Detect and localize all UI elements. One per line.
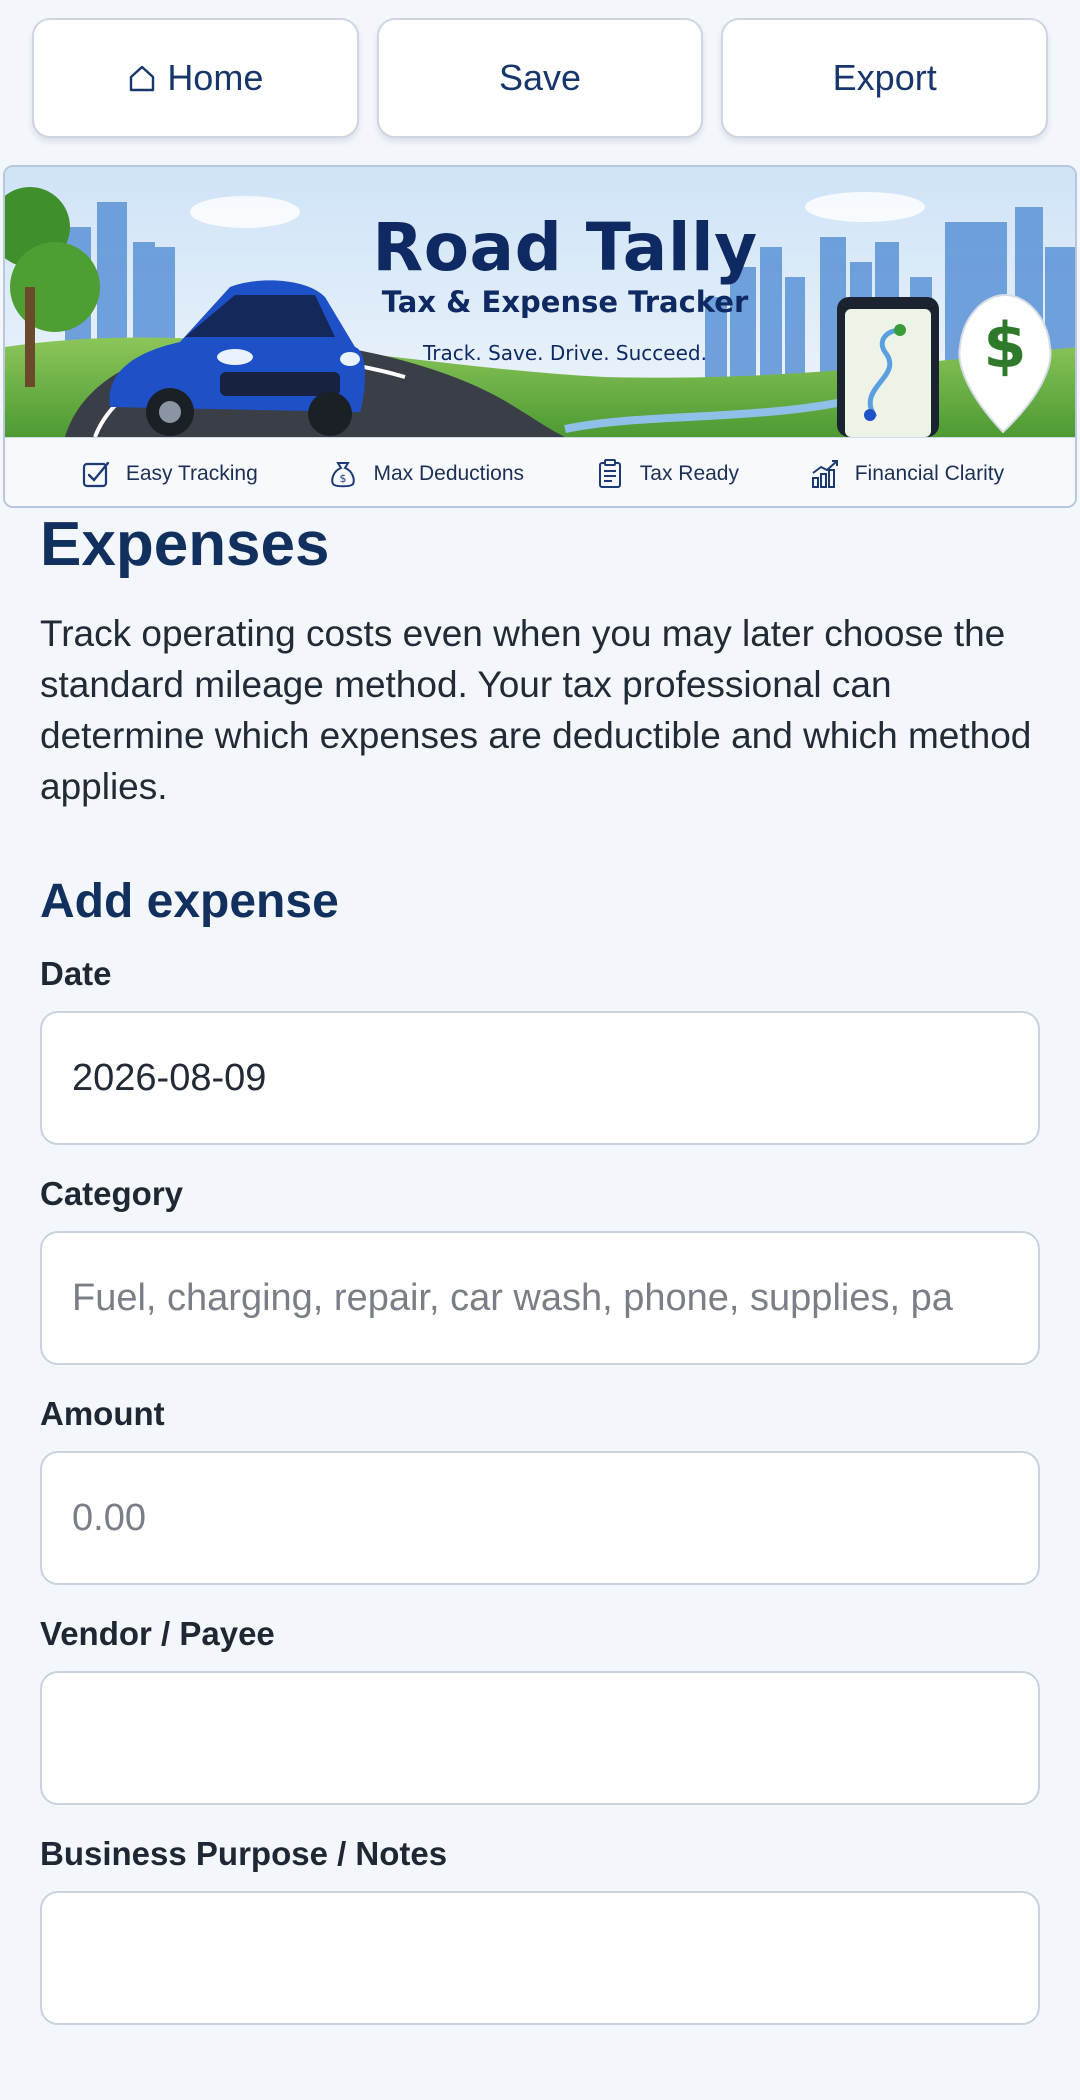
category-input[interactable]: Fuel, charging, repair, car wash, phone,… [40,1231,1040,1365]
notes-label: Business Purpose / Notes [40,1835,448,1872]
feature-label: Tax Ready [639,462,739,485]
page-title: Expenses [40,510,330,579]
page-intro: Track operating costs even when you may … [40,613,1032,807]
clipboard-icon [598,459,621,488]
feature-max-deductions: $ Max Deductions [327,458,524,490]
feature-strip: Easy Tracking $ Max Deductions Tax Ready [5,437,1075,506]
growth-chart-icon [811,460,838,488]
banner-tagline: Track. Save. Drive. Succeed. [423,341,707,365]
feature-tax-ready: Tax Ready [594,458,739,490]
main-content: Expenses Track operating costs even when… [40,510,1040,2025]
vendor-label: Vendor / Payee [40,1615,275,1652]
banner-title: Road Tally [372,209,758,286]
export-button-label: Export [832,57,937,98]
home-icon [130,65,155,92]
notes-input[interactable] [40,1891,1040,2025]
date-label: Date [40,955,112,992]
home-button-label: Home [167,57,264,98]
export-button[interactable]: Export [721,18,1049,138]
save-button[interactable]: Save [376,18,704,138]
amount-input[interactable]: 0.00 [40,1451,1040,1585]
add-expense-heading: Add expense [40,875,339,928]
checkbox-icon [82,461,110,488]
feature-label: Financial Clarity [854,462,1005,485]
top-nav: Home Save Export [32,18,1049,140]
date-input[interactable]: 2026-08-09 [40,1011,1040,1145]
svg-text:$: $ [340,472,347,485]
amount-label: Amount [40,1395,165,1432]
phone-map-illustration [837,297,939,437]
banner-subtitle: Tax & Expense Tracker [381,285,749,319]
svg-text:$: $ [983,309,1026,382]
hero-banner: $ Road Tally Tax & Expense Tracker Track… [3,165,1077,508]
feature-easy-tracking: Easy Tracking [80,458,258,490]
save-button-label: Save [498,57,582,98]
home-button[interactable]: Home [32,18,359,138]
vendor-input[interactable] [40,1671,1040,1805]
feature-financial-clarity: Financial Clarity [809,458,1004,490]
feature-label: Easy Tracking [125,462,258,485]
category-label: Category [40,1175,184,1212]
money-bag-icon: $ [331,462,356,488]
feature-label: Max Deductions [373,462,525,485]
